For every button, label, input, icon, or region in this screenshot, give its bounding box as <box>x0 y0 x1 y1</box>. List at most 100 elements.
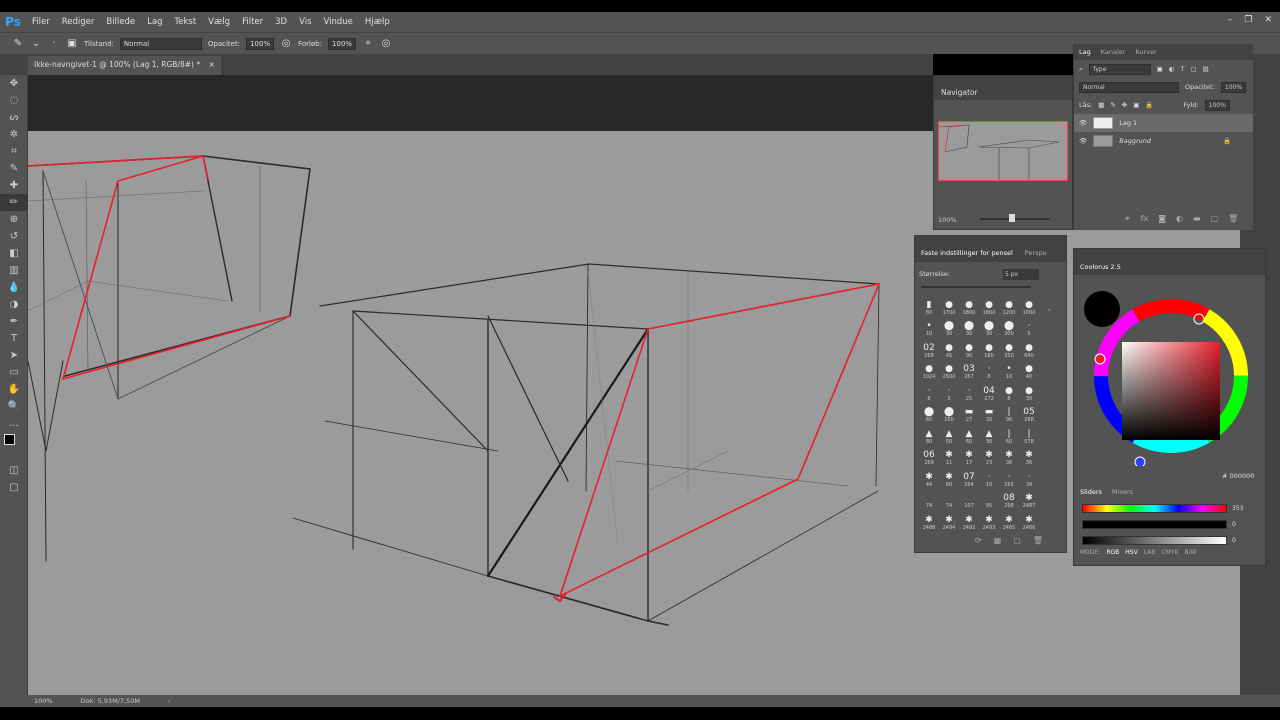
brush-preset[interactable]: ⬤ 100 <box>939 402 959 423</box>
mode-bw[interactable]: B/W <box>1184 549 1196 556</box>
type-icon[interactable]: T <box>0 330 28 347</box>
brush-preset[interactable]: ✱ 23 <box>979 445 999 466</box>
brush-preset[interactable]: · 5 <box>1019 316 1039 337</box>
brush-preset[interactable]: ● 640 <box>1019 337 1039 359</box>
brush-preset[interactable]: ✱ 2465 <box>999 509 1019 531</box>
brush-preset[interactable]: 74 <box>919 488 939 509</box>
blend-mode-select[interactable]: Normal <box>1079 81 1179 93</box>
brush-preset[interactable]: ▲ 30 <box>979 423 999 445</box>
menu-view[interactable]: Vis <box>293 17 317 27</box>
fx-icon[interactable]: fx <box>1141 214 1149 223</box>
mode-hsv[interactable]: HSV <box>1125 549 1137 556</box>
menu-file[interactable]: Filer <box>26 17 56 27</box>
hand-icon[interactable]: ✋ <box>0 381 28 398</box>
move-icon[interactable]: ✥ <box>0 75 28 92</box>
layer-row[interactable]: 👁 Baggrund 🔒 <box>1074 132 1253 150</box>
adjustment-icon[interactable]: ◐ <box>1176 214 1183 223</box>
brush-panel-toggle-icon[interactable]: ▣ <box>66 38 78 50</box>
saturation-value[interactable]: 0 <box>1232 521 1236 528</box>
brush-preset[interactable] <box>1039 316 1059 338</box>
layer-row[interactable]: 👁 Lag 1 <box>1074 114 1253 132</box>
mode-cmyk[interactable]: CMYK <box>1161 549 1178 556</box>
brush-preset[interactable] <box>1039 488 1059 510</box>
hue-slider[interactable] <box>1082 504 1227 513</box>
lock-all-icon[interactable]: 🔒 <box>1145 101 1153 109</box>
brush-preset[interactable]: ● 8 <box>999 380 1019 402</box>
menu-3d[interactable]: 3D <box>269 17 293 27</box>
brush-preset[interactable]: | 60 <box>999 423 1019 445</box>
filter-adjust-icon[interactable]: ◐ <box>1169 65 1175 73</box>
brush-preset[interactable]: ⬤ 30 <box>959 316 979 337</box>
quick-mask-icon[interactable]: ◫ <box>0 462 28 479</box>
brush-preset-picker-icon[interactable]: ⌄ <box>30 38 42 50</box>
link-icon[interactable]: ⚭ <box>1124 214 1131 223</box>
brush-preset[interactable]: ✱ 2488 <box>919 509 939 531</box>
healing-icon[interactable]: ✚ <box>0 177 28 194</box>
brush-preset[interactable]: 03 267 <box>959 359 979 380</box>
brush-preset[interactable]: ✱ 11 <box>939 445 959 466</box>
brightness-value[interactable]: 0 <box>1232 537 1236 544</box>
brush-preset[interactable]: · 10 <box>979 466 999 488</box>
brush-preset[interactable]: ✱ 2487 <box>1019 488 1039 509</box>
history-brush-icon[interactable]: ↺ <box>0 228 28 245</box>
brush-preset[interactable]: ✱ 44 <box>919 466 939 488</box>
brush-preset[interactable]: ⬤ 30 <box>979 316 999 337</box>
navigator-zoom-slider[interactable] <box>980 218 1050 220</box>
brush-preset[interactable]: ● 160 <box>979 337 999 359</box>
menu-filter[interactable]: Filter <box>236 17 269 27</box>
blur-icon[interactable]: 💧 <box>0 279 28 296</box>
brush-preset[interactable]: ● 1000 <box>1019 294 1039 316</box>
minimize-icon[interactable]: – <box>1228 15 1233 25</box>
pressure-size-icon[interactable]: ◎ <box>380 38 392 50</box>
menu-window[interactable]: Vindue <box>318 17 359 27</box>
coolorus-title[interactable]: Coolorus 2.5 <box>1074 249 1265 275</box>
menu-edit[interactable]: Rediger <box>56 17 101 27</box>
delete-brush-icon[interactable]: 🗑 <box>1033 536 1043 545</box>
brush-preset[interactable]: 08 268 <box>999 488 1019 509</box>
magic-wand-icon[interactable]: ✲ <box>0 126 28 143</box>
brush-preset[interactable]: 07 264 <box>959 466 979 488</box>
brush-preset[interactable]: ▲ 60 <box>959 423 979 445</box>
brush-preset[interactable]: 05 268 <box>1019 402 1039 423</box>
brush-preset[interactable]: | 578 <box>1019 423 1039 445</box>
stamp-icon[interactable]: ⊕ <box>0 211 28 228</box>
mode-lab[interactable]: LAB <box>1144 549 1156 556</box>
brush-preset[interactable]: ● 1800 <box>959 294 979 316</box>
brush-tool-icon[interactable]: ✎ <box>12 38 24 50</box>
tab-channels[interactable]: Kanaler <box>1101 48 1126 56</box>
brush-toggle-icon[interactable]: ⟳ <box>975 536 982 545</box>
brush-preset[interactable]: ✱ 36 <box>999 445 1019 466</box>
brush-preset[interactable] <box>1039 380 1059 402</box>
brush-preset[interactable]: ⬤ 30 <box>939 316 959 337</box>
brush-preset[interactable] <box>1039 402 1059 424</box>
dodge-icon[interactable]: ◑ <box>0 296 28 313</box>
brush-preset[interactable]: · 34 <box>1019 466 1039 488</box>
brush-preset[interactable]: ▬ 30 <box>979 402 999 423</box>
brush-preset[interactable]: ● 350 <box>999 337 1019 359</box>
brush-preset[interactable]: • 10 <box>919 316 939 337</box>
filter-shape-icon[interactable]: ▢ <box>1190 65 1196 73</box>
brush-preset[interactable]: | 96 <box>999 402 1019 423</box>
mode-select[interactable]: Normal <box>119 37 202 50</box>
pressure-opacity-icon[interactable]: ◎ <box>280 38 292 50</box>
lock-artboard-icon[interactable]: ▣ <box>1133 101 1139 109</box>
brush-preset[interactable]: ● 1200 <box>999 294 1019 316</box>
brush-preset[interactable]: ● 90 <box>959 337 979 359</box>
brush-preset[interactable]: · <box>1039 294 1059 316</box>
tab-layers[interactable]: Lag <box>1079 48 1091 56</box>
brush-preset[interactable]: ▲ 50 <box>939 423 959 445</box>
brush-preset[interactable]: 04 272 <box>979 380 999 402</box>
status-menu-arrow[interactable]: › <box>168 697 171 705</box>
lasso-icon[interactable]: ᔕ <box>0 109 28 126</box>
eraser-icon[interactable]: ◧ <box>0 245 28 262</box>
brush-preset[interactable]: 107 <box>959 488 979 509</box>
layer-opacity-input[interactable]: 100% <box>1220 81 1247 93</box>
brush-preset[interactable]: ● 1700 <box>939 294 959 316</box>
menu-select[interactable]: Vælg <box>202 17 236 27</box>
marquee-icon[interactable]: ◌ <box>0 92 28 109</box>
tab-perspective[interactable]: Perspe <box>1025 249 1047 262</box>
foreground-color[interactable] <box>4 434 15 445</box>
gradient-icon[interactable]: ▥ <box>0 262 28 279</box>
menu-type[interactable]: Tekst <box>168 17 202 27</box>
brush-preset[interactable]: ● 45 <box>939 337 959 359</box>
